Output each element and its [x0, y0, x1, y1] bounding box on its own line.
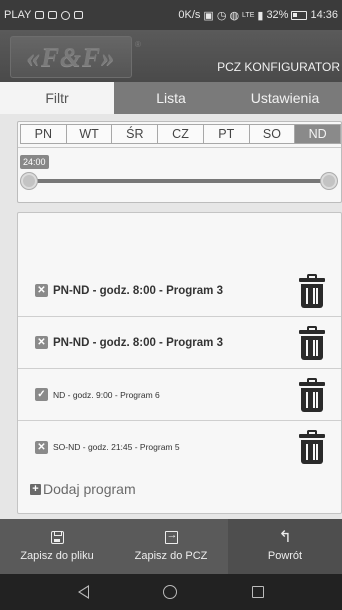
- app-title: PCZ KONFIGURATOR: [217, 60, 340, 74]
- ff-logo: «F&F»: [10, 36, 132, 78]
- trash-icon[interactable]: [299, 325, 325, 360]
- nav-recents-icon[interactable]: [252, 586, 265, 598]
- list-item[interactable]: ✕ PN-ND - godz. 8:00 - Program 3: [18, 317, 341, 369]
- battery-icon: [291, 10, 308, 20]
- tab-ustawienia[interactable]: Ustawienia: [228, 82, 342, 114]
- back-arrow-icon: ↰: [278, 529, 292, 546]
- vibrate-icon: ◍: [229, 9, 240, 22]
- time-slider-track[interactable]: [30, 179, 326, 183]
- plus-icon: +: [30, 483, 41, 495]
- tab-bar: Filtr Lista Ustawienia: [0, 82, 342, 114]
- back-label: Powrót: [267, 550, 303, 562]
- checkbox-icon[interactable]: ✕: [35, 336, 48, 349]
- day-selector: PN WT ŚR CZ PT SO ND: [20, 124, 342, 144]
- status-bar: PLAY 0K/s ▣ ◷ ◍ LTE ▮ 32% 14:36: [0, 0, 342, 30]
- checkbox-icon[interactable]: ✕: [35, 440, 48, 454]
- save-to-pcz-label: Zapisz do PCZ: [134, 550, 208, 562]
- day-pt[interactable]: PT: [202, 124, 250, 144]
- system-nav-bar: [0, 574, 342, 610]
- day-so[interactable]: SO: [248, 124, 296, 144]
- app-header: «F&F» ® PCZ KONFIGURATOR: [0, 30, 342, 82]
- divider: [18, 147, 341, 148]
- time-badge: 24:00: [20, 155, 49, 169]
- trash-icon[interactable]: [299, 377, 325, 412]
- back-button[interactable]: ↰ Powrót: [228, 519, 342, 574]
- calendar-icon: [74, 11, 84, 19]
- trash-icon[interactable]: [299, 273, 325, 308]
- save-to-file-label: Zapisz do pliku: [20, 550, 94, 562]
- messenger-icon: [61, 10, 71, 20]
- program-label: ND - godz. 9:00 - Program 6: [53, 389, 160, 400]
- bottom-toolbar: Zapisz do pliku Zapisz do PCZ ↰ Powrót: [0, 519, 342, 574]
- day-cz[interactable]: CZ: [157, 124, 204, 144]
- list-item[interactable]: ✕ SO-ND - godz. 21:45 - Program 5: [18, 421, 341, 473]
- message-icon: [48, 11, 58, 19]
- save-to-file-button[interactable]: Zapisz do pliku: [0, 519, 114, 574]
- checkbox-checked-icon[interactable]: ✓: [35, 388, 48, 401]
- trash-icon[interactable]: [299, 430, 325, 464]
- list-item[interactable]: ✕ PN-ND - godz. 8:00 - Program 3: [18, 265, 341, 317]
- battery-percent: 32%: [266, 9, 289, 21]
- signal-icon: ▮: [257, 9, 264, 22]
- nav-back-icon[interactable]: [77, 585, 89, 599]
- day-sr[interactable]: ŚR: [111, 124, 159, 144]
- slider-end-handle[interactable]: [321, 173, 337, 189]
- add-program-label: Dodaj program: [43, 481, 136, 497]
- day-pn[interactable]: PN: [20, 124, 67, 144]
- export-icon: [164, 529, 178, 544]
- registered-mark: ®: [135, 40, 141, 49]
- program-list: ✕ PN-ND - godz. 8:00 - Program 3 ✕ PN-ND…: [17, 212, 342, 514]
- nfc-icon: ▣: [203, 9, 214, 22]
- floppy-icon: [50, 531, 64, 544]
- tab-filtr[interactable]: Filtr: [0, 82, 114, 114]
- carrier-label: PLAY: [4, 9, 32, 21]
- program-label: PN-ND - godz. 8:00 - Program 3: [53, 336, 223, 349]
- day-nd[interactable]: ND: [294, 124, 342, 144]
- gallery-icon: [35, 11, 45, 19]
- network-type: LTE: [242, 11, 255, 19]
- nav-home-icon[interactable]: [162, 585, 177, 599]
- day-wt[interactable]: WT: [65, 124, 113, 144]
- program-label: PN-ND - godz. 8:00 - Program 3: [53, 284, 223, 297]
- clock: 14:36: [310, 9, 338, 21]
- add-program-button[interactable]: + Dodaj program: [30, 481, 136, 497]
- program-label: SO-ND - godz. 21:45 - Program 5: [53, 442, 180, 452]
- alarm-icon: ◷: [216, 9, 227, 22]
- save-to-pcz-button[interactable]: Zapisz do PCZ: [114, 519, 228, 574]
- tab-lista[interactable]: Lista: [114, 82, 228, 114]
- network-speed: 0K/s: [178, 9, 201, 21]
- day-filter-card: PN WT ŚR CZ PT SO ND 24:00: [17, 121, 342, 203]
- list-item[interactable]: ✓ ND - godz. 9:00 - Program 6: [18, 369, 341, 421]
- slider-start-handle[interactable]: [21, 173, 37, 189]
- checkbox-icon[interactable]: ✕: [35, 284, 48, 297]
